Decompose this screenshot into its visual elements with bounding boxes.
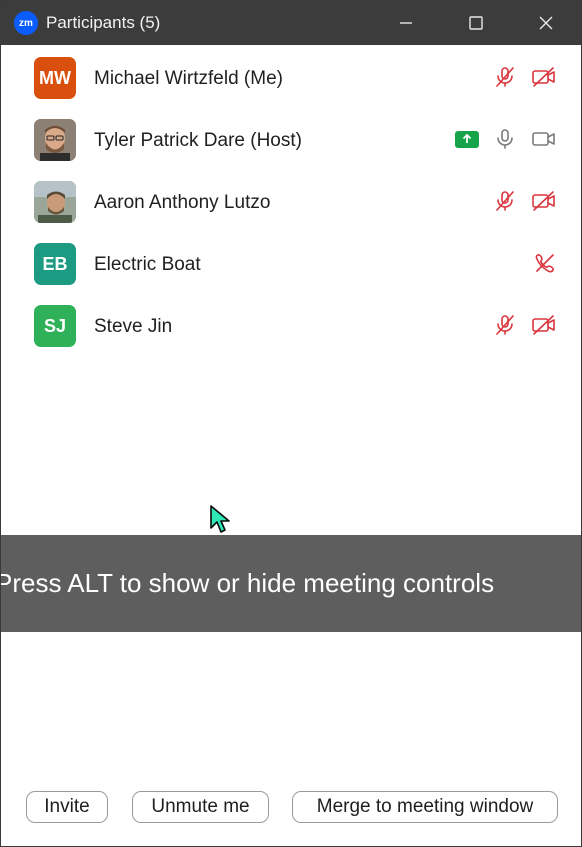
participant-row[interactable]: MW Michael Wirtzfeld (Me)	[1, 45, 581, 107]
close-icon	[539, 16, 553, 30]
footer-actions: Invite Unmute me Merge to meeting window	[1, 791, 581, 827]
close-button[interactable]	[511, 1, 581, 45]
participant-row[interactable]: Tyler Patrick Dare (Host)	[1, 107, 581, 169]
maximize-button[interactable]	[441, 1, 511, 45]
video-off-icon[interactable]	[531, 313, 557, 337]
participant-row[interactable]: Aaron Anthony Lutzo	[1, 169, 581, 231]
mic-muted-icon[interactable]	[493, 313, 517, 337]
participant-name: Tyler Patrick Dare (Host)	[94, 130, 302, 151]
maximize-icon	[469, 16, 483, 30]
avatar	[34, 181, 76, 223]
participant-list: MW Michael Wirtzfeld (Me) Tyler Patrick …	[1, 45, 581, 355]
title-bar[interactable]: zm Participants (5)	[1, 1, 581, 45]
video-off-icon[interactable]	[531, 65, 557, 89]
participant-name: Aaron Anthony Lutzo	[94, 192, 271, 213]
mic-icon[interactable]	[493, 127, 517, 151]
avatar: SJ	[34, 305, 76, 347]
minimize-icon	[400, 22, 412, 24]
participant-name: Michael Wirtzfeld (Me)	[94, 68, 283, 89]
window-title: Participants (5)	[46, 13, 161, 32]
hint-text: Press ALT to show or hide meeting contro…	[1, 568, 495, 598]
participant-name: Electric Boat	[94, 254, 201, 275]
participants-window: zm Participants (5) MW Michael Wirtzfeld…	[0, 0, 582, 847]
minimize-button[interactable]	[371, 1, 441, 45]
avatar	[34, 119, 76, 161]
screen-share-icon	[455, 130, 479, 148]
participant-row[interactable]: EB Electric Boat	[1, 231, 581, 293]
mic-muted-icon[interactable]	[493, 65, 517, 89]
video-icon[interactable]	[531, 127, 557, 151]
video-off-icon[interactable]	[531, 189, 557, 213]
participant-row[interactable]: SJ Steve Jin	[1, 293, 581, 355]
avatar: EB	[34, 243, 76, 285]
unmute-me-button[interactable]: Unmute me	[132, 791, 269, 823]
merge-to-meeting-window-button[interactable]: Merge to meeting window	[292, 791, 558, 823]
participant-name: Steve Jin	[94, 316, 173, 337]
avatar: MW	[34, 57, 76, 99]
mic-muted-icon[interactable]	[493, 189, 517, 213]
zoom-logo-icon: zm	[14, 11, 38, 35]
meeting-controls-hint: Press ALT to show or hide meeting contro…	[1, 535, 581, 632]
invite-button[interactable]: Invite	[26, 791, 108, 823]
phone-muted-icon[interactable]	[533, 251, 557, 275]
